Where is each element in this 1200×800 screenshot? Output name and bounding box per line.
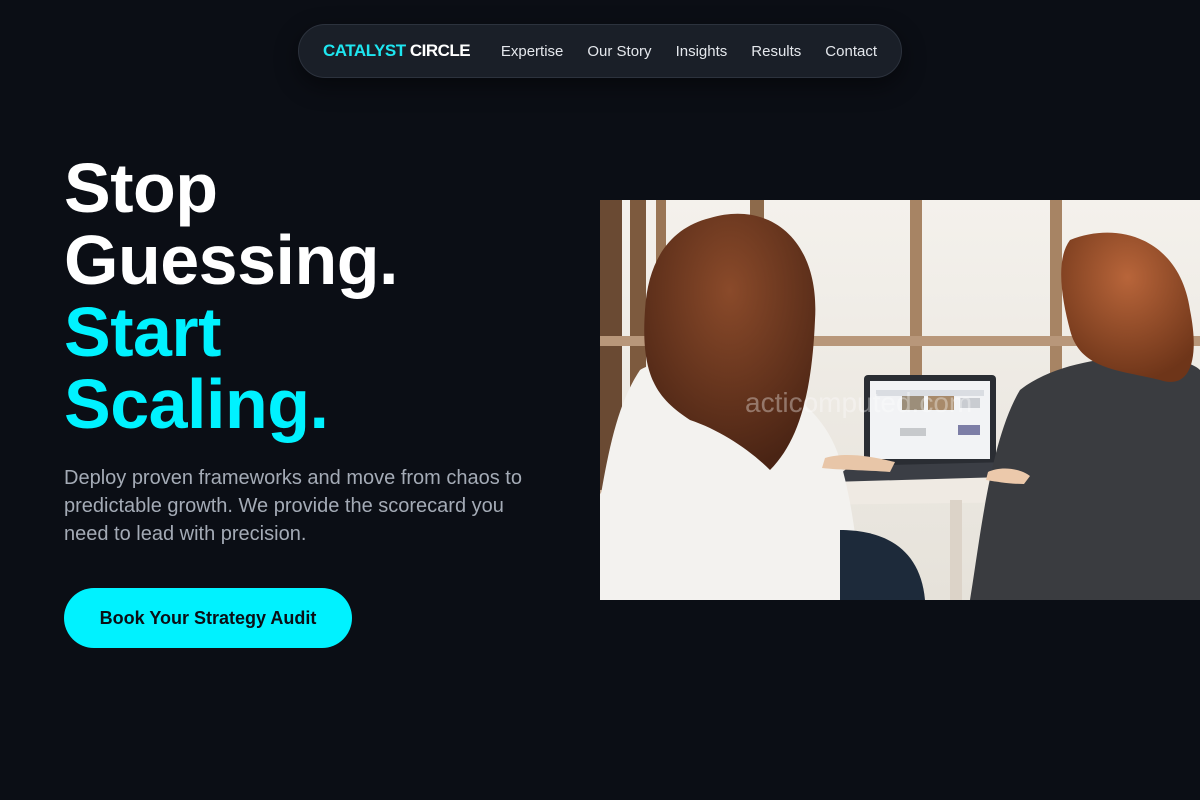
- nav-link-expertise[interactable]: Expertise: [501, 43, 564, 60]
- image-watermark: acticomputed.com: [745, 387, 972, 418]
- top-nav: CATALYST CIRCLE Expertise Our Story Insi…: [298, 24, 902, 78]
- nav-link-results[interactable]: Results: [751, 43, 801, 60]
- brand-name-part2: CIRCLE: [409, 41, 471, 60]
- brand-name-part1: CATALYST: [323, 41, 406, 60]
- headline-line-1: Stop: [64, 149, 218, 227]
- brand-logo[interactable]: CATALYST CIRCLE: [323, 41, 471, 61]
- nav-link-contact[interactable]: Contact: [825, 43, 877, 60]
- headline-line-3: Start: [64, 293, 221, 371]
- hero-headline: Stop Guessing. Start Scaling.: [64, 152, 564, 440]
- hero-subtext: Deploy proven frameworks and move from c…: [64, 467, 522, 545]
- book-strategy-audit-button[interactable]: Book Your Strategy Audit: [64, 588, 352, 648]
- headline-line-4: Scaling.: [64, 365, 329, 443]
- page: CATALYST CIRCLE Expertise Our Story Insi…: [0, 0, 1200, 800]
- nav-link-insights[interactable]: Insights: [676, 43, 728, 60]
- hero-image: acticomputed.com: [600, 200, 1200, 600]
- nav-link-our-story[interactable]: Our Story: [587, 43, 651, 60]
- nav-links: Expertise Our Story Insights Results Con…: [501, 43, 877, 60]
- headline-line-2: Guessing.: [64, 221, 398, 299]
